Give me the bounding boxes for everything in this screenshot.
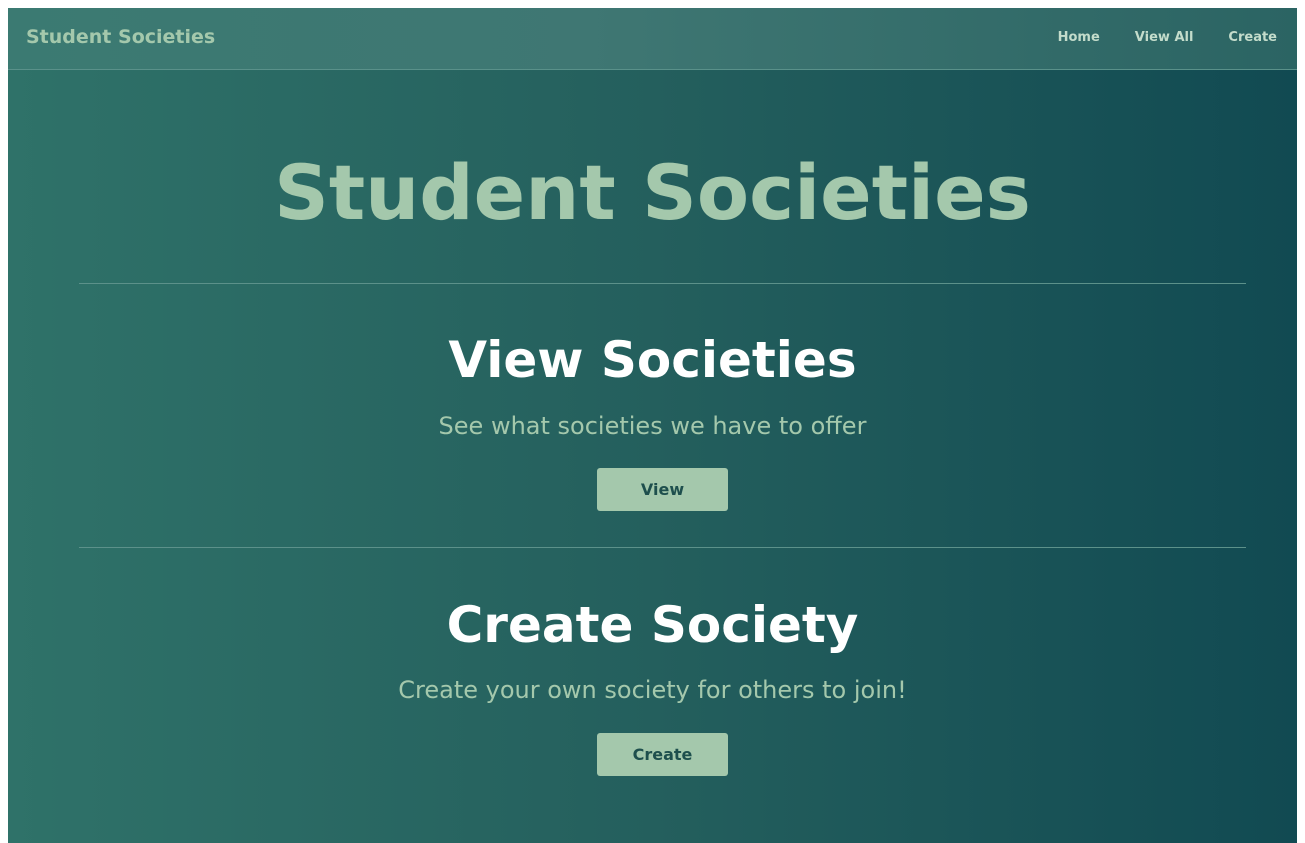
view-societies-title: View Societies bbox=[448, 331, 857, 389]
view-button[interactable]: View bbox=[597, 468, 728, 511]
divider bbox=[79, 283, 1246, 284]
hero-title: Student Societies bbox=[274, 148, 1031, 237]
brand-link[interactable]: Student Societies bbox=[26, 26, 215, 48]
navbar: Student Societies Home View All Create bbox=[8, 8, 1297, 70]
nav-link-create[interactable]: Create bbox=[1228, 30, 1277, 45]
nav-links: Home View All Create bbox=[1058, 30, 1277, 45]
create-society-subtitle: Create your own society for others to jo… bbox=[398, 676, 907, 704]
view-societies-subtitle: See what societies we have to offer bbox=[438, 412, 867, 440]
nav-link-view-all[interactable]: View All bbox=[1135, 30, 1194, 45]
nav-link-home[interactable]: Home bbox=[1058, 30, 1100, 45]
divider bbox=[79, 547, 1246, 548]
create-society-title: Create Society bbox=[446, 596, 859, 654]
create-button[interactable]: Create bbox=[597, 733, 728, 776]
page-frame: Student Societies Home View All Create S… bbox=[8, 8, 1297, 843]
